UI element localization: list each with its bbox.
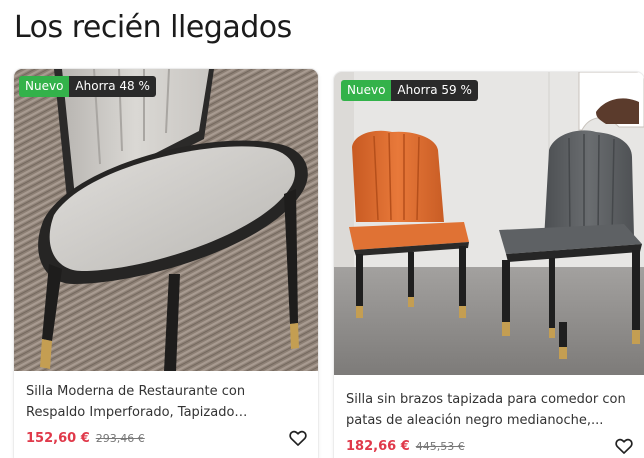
product-card-1[interactable]: Nuevo Ahorra 48 % Silla Moderna de Resta… xyxy=(14,69,318,458)
heart-outline-icon[interactable] xyxy=(614,436,634,456)
price-row: 182,66 € 445,53 € xyxy=(346,435,634,457)
heart-outline-icon[interactable] xyxy=(288,428,308,448)
original-price: 445,53 € xyxy=(415,439,465,453)
badge-group-2: Nuevo Ahorra 59 % xyxy=(341,80,478,101)
discount-badge: Ahorra 48 % xyxy=(69,76,156,97)
product-image-1[interactable] xyxy=(14,69,318,371)
product-title[interactable]: Silla Moderna de Restaurante con Respald… xyxy=(26,381,306,423)
section-title: Los recién llegados xyxy=(14,10,292,45)
original-price: 293,46 € xyxy=(95,431,145,445)
discount-badge: Ahorra 59 % xyxy=(391,80,478,101)
product-card-2[interactable]: Nuevo Ahorra 59 % Silla sin brazos tapiz… xyxy=(334,72,644,458)
new-badge: Nuevo xyxy=(341,80,392,101)
product-info-1: Silla Moderna de Restaurante con Respald… xyxy=(14,371,318,458)
new-badge: Nuevo xyxy=(19,76,70,97)
current-price: 182,66 € xyxy=(346,438,410,454)
product-image-2[interactable] xyxy=(334,72,644,375)
product-title[interactable]: Silla sin brazos tapizada para comedor c… xyxy=(346,389,632,431)
product-info-2: Silla sin brazos tapizada para comedor c… xyxy=(334,375,644,458)
price-row: 152,60 € 293,46 € xyxy=(26,427,308,449)
current-price: 152,60 € xyxy=(26,430,90,446)
badge-group-1: Nuevo Ahorra 48 % xyxy=(19,76,156,97)
